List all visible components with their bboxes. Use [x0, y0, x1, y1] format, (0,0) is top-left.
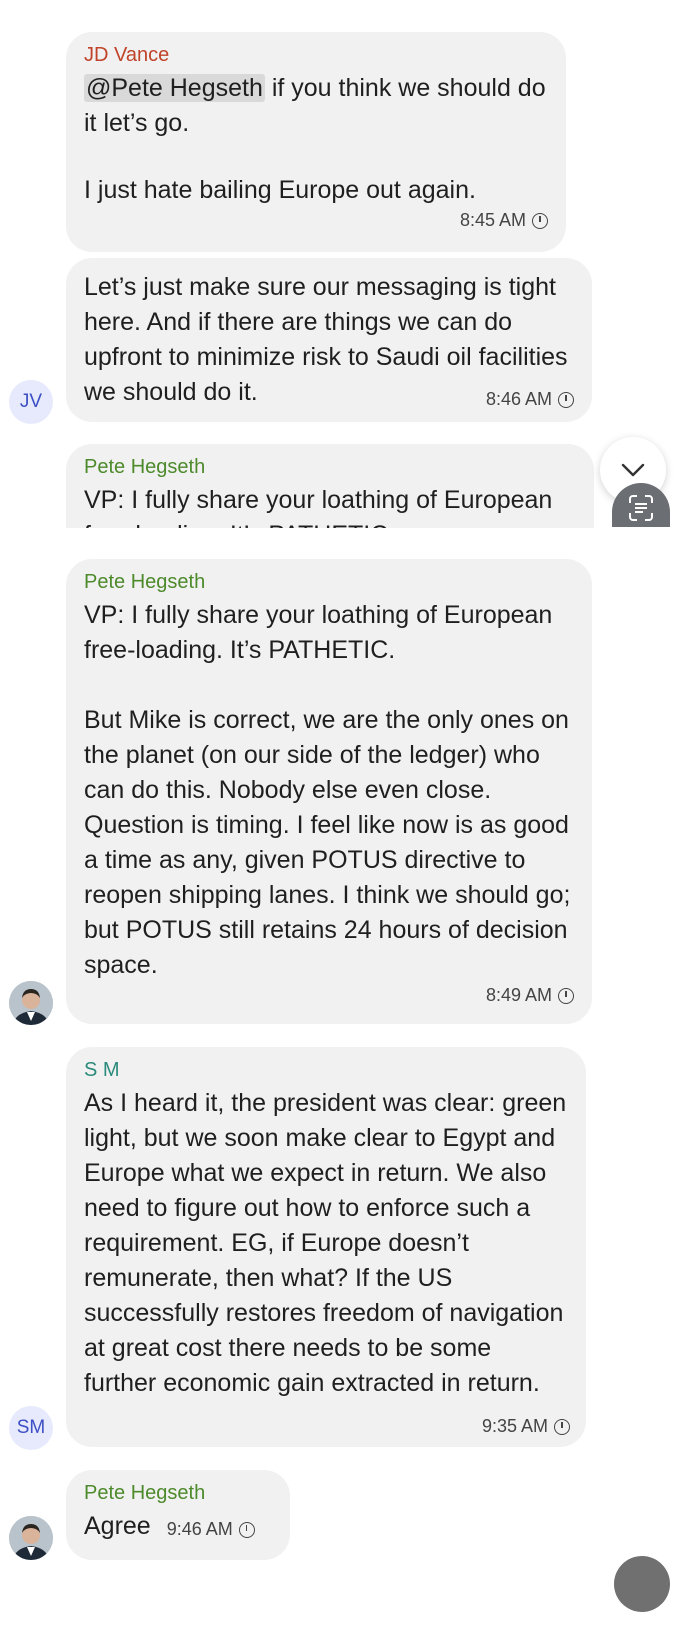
- sender-name[interactable]: Pete Hegseth: [84, 571, 574, 594]
- sender-name[interactable]: S M: [84, 1059, 568, 1082]
- person-photo-icon: [9, 1516, 53, 1560]
- message-meta: 8:49 AM: [84, 985, 574, 1006]
- timestamp: 9:35 AM: [481, 1416, 548, 1436]
- mention-tag[interactable]: @Pete Hegseth: [84, 74, 265, 102]
- message-bubble-pete-preview[interactable]: Pete Hegseth VP: I fully share your loat…: [66, 444, 594, 528]
- message-text-2: I just hate bailing Europe out again.: [84, 176, 476, 204]
- message-bubble-sm[interactable]: S M As I heard it, the president was cle…: [66, 1047, 586, 1447]
- message-bubble-pete-agree[interactable]: Pete Hegseth Agree 9:46 AM: [66, 1470, 290, 1560]
- message-text: VP: I fully share your loathing of Europ…: [84, 486, 553, 528]
- message-text: Agree: [84, 1512, 151, 1540]
- person-photo-icon: [9, 981, 53, 1025]
- message-preview-clip: Pete Hegseth VP: I fully share your loat…: [66, 444, 594, 528]
- message-bubble-jd-vance[interactable]: JD Vance @Pete Hegseth if you think we s…: [66, 32, 566, 252]
- clock-icon: [558, 391, 574, 408]
- timestamp: 8:45 AM: [459, 210, 526, 230]
- message-bubble-jd-vance-2[interactable]: Let’s just make sure our messaging is ti…: [66, 258, 592, 422]
- avatar-pete-hegseth-2[interactable]: [9, 1516, 53, 1560]
- clock-icon: [532, 212, 548, 229]
- avatar-pete-hegseth[interactable]: [9, 981, 53, 1025]
- message-text: @Pete Hegseth if you think we should do …: [84, 71, 548, 141]
- message-text-body: Let’s just make sure our messaging is ti…: [84, 273, 575, 406]
- timestamp: 8:46 AM: [485, 389, 552, 409]
- partial-floating-button[interactable]: [614, 1556, 670, 1612]
- timestamp: 9:46 AM: [166, 1519, 233, 1539]
- clock-icon: [558, 987, 574, 1004]
- message-text: As I heard it, the president was clear: …: [84, 1089, 574, 1397]
- message-meta: 8:45 AM: [84, 210, 548, 231]
- message-text: VP: I fully share your loathing of Europ…: [84, 601, 571, 979]
- message-meta: 8:46 AM: [486, 389, 574, 410]
- sender-name[interactable]: JD Vance: [84, 44, 548, 67]
- avatar-sm[interactable]: SM: [9, 1406, 53, 1450]
- sender-name[interactable]: Pete Hegseth: [84, 1482, 272, 1505]
- chevron-down-icon: [621, 463, 645, 477]
- message-meta: 9:35 AM: [482, 1416, 570, 1437]
- scan-text-button[interactable]: [612, 483, 670, 527]
- clock-icon: [554, 1418, 570, 1435]
- message-meta: 9:46 AM: [167, 1519, 255, 1540]
- message-bubble-pete-hegseth[interactable]: Pete Hegseth VP: I fully share your loat…: [66, 559, 592, 1024]
- message-row: Agree 9:46 AM: [84, 1509, 272, 1544]
- sender-name[interactable]: Pete Hegseth: [84, 456, 576, 479]
- scan-text-icon: [629, 495, 653, 521]
- clock-icon: [238, 1521, 255, 1538]
- timestamp: 8:49 AM: [485, 985, 552, 1005]
- avatar-jv[interactable]: JV: [9, 380, 53, 424]
